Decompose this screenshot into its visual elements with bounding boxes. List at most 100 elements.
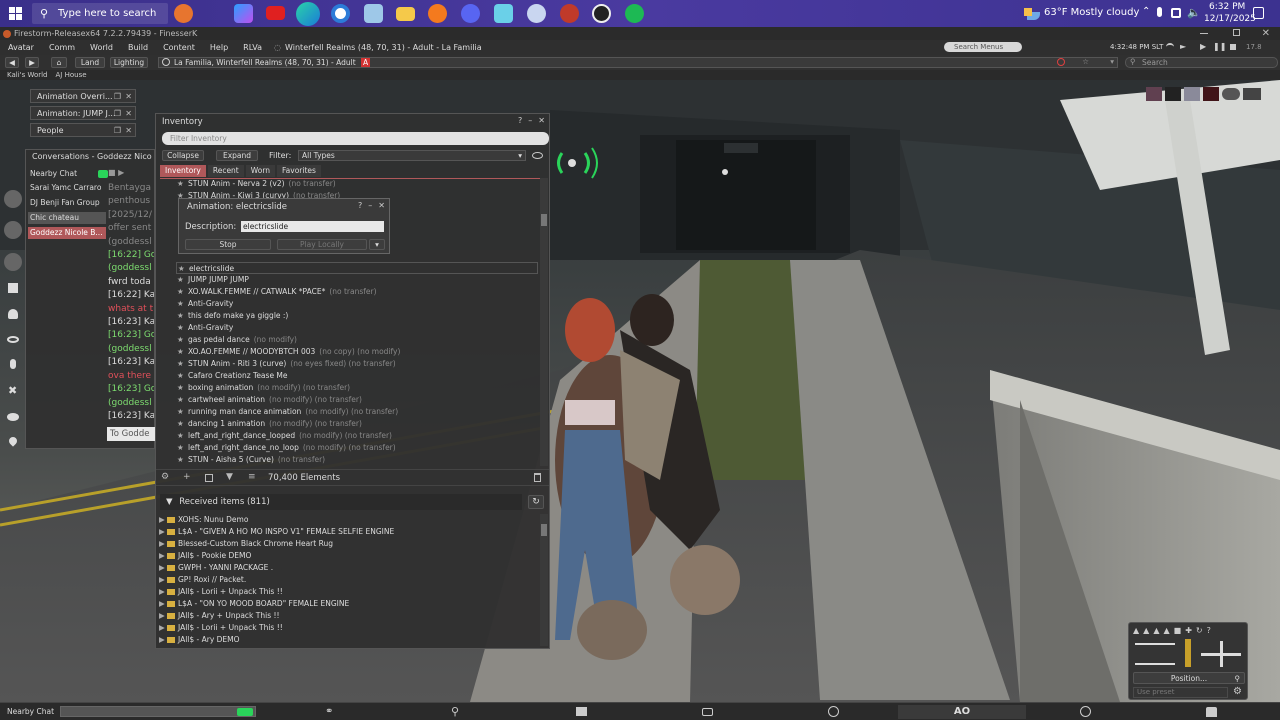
menu-rlva[interactable]: RLVa	[243, 43, 262, 52]
status-volume-icon[interactable]: ►	[1180, 42, 1186, 51]
menu-avatar[interactable]: Avatar	[8, 43, 34, 52]
refresh-icon[interactable]: ↻	[528, 495, 544, 509]
tray-chevron-icon[interactable]: ⌃	[1142, 6, 1150, 17]
hud-avatar-icon[interactable]	[1146, 87, 1162, 101]
expand-arrow-icon[interactable]: ▶	[159, 550, 165, 562]
camera-side-icon[interactable]: ▲	[1143, 626, 1149, 635]
conversation-tab[interactable]: DJ Benji Fan Group	[28, 197, 106, 209]
chat-input[interactable]: To Godde	[107, 427, 155, 441]
taskbar-app-paint-icon[interactable]	[527, 4, 546, 23]
nav-back-icon[interactable]: ◀	[5, 57, 19, 68]
received-folder[interactable]: ▶ JAll$ - Lorii + Unpack This !!	[158, 586, 538, 598]
taskbar-app-explorer-icon[interactable]	[364, 4, 383, 23]
hud-dark-icon[interactable]	[1165, 87, 1181, 101]
inventory-item[interactable]: ★ running man dance animation (no modify) …	[176, 406, 538, 418]
received-folder[interactable]: ▶ XOHS: Nunu Demo	[158, 514, 538, 526]
new-folder-icon[interactable]	[205, 474, 213, 482]
ao-toggle[interactable]: AO	[898, 705, 1026, 719]
toolbar-search-icon[interactable]	[4, 221, 22, 239]
menu-content[interactable]: Content	[163, 43, 195, 52]
inventory-item[interactable]: ★ boxing animation (no modify) (no transfe…	[176, 382, 538, 394]
windows-start-icon[interactable]	[9, 7, 22, 20]
conversation-tab-selected[interactable]: Goddezz Nicole B...	[28, 227, 106, 239]
menu-world[interactable]: World	[90, 43, 113, 52]
expand-arrow-icon[interactable]: ▶	[159, 562, 165, 574]
taskbar-app-youtube-icon[interactable]	[266, 6, 285, 20]
taskbar-app-viewer-icon[interactable]	[560, 4, 579, 23]
menu-build[interactable]: Build	[128, 43, 148, 52]
description-input[interactable]: electricslide	[241, 221, 384, 232]
gear-icon[interactable]: ⚙	[161, 472, 169, 482]
taskbar-app-games-icon[interactable]	[174, 4, 193, 23]
network-icon[interactable]	[1171, 8, 1181, 18]
clock-time[interactable]: 6:32 PM	[1209, 2, 1245, 12]
inventory-item[interactable]: ★ cartwheel animation (no modify) (no tran…	[176, 394, 538, 406]
camera-orbit-icon[interactable]	[1135, 643, 1175, 665]
bottom-search-icon[interactable]: ⚲	[451, 705, 459, 718]
play-options-dropdown[interactable]: ▾	[369, 239, 385, 250]
taskbar-app-discord-icon[interactable]	[461, 4, 480, 23]
close-icon[interactable]: ✕	[378, 201, 385, 210]
microphone-icon[interactable]	[1157, 7, 1162, 17]
location-bar-input[interactable]: La Familia, Winterfell Realms (48, 70, 3…	[158, 57, 1118, 68]
status-stop-icon[interactable]	[1230, 44, 1236, 50]
tab-favorites[interactable]: Favorites	[277, 165, 321, 177]
restore-icon[interactable]: ❐	[114, 124, 121, 136]
inventory-item[interactable]: ★ STUN - Aisha 5 (Curve) (no transfer)	[176, 454, 538, 466]
expand-arrow-icon[interactable]: ▶	[159, 514, 165, 526]
inventory-item[interactable]: ★ electricslide	[176, 262, 538, 274]
inventory-item[interactable]: ★ dancing 1 animation (no modify) (no tran…	[176, 418, 538, 430]
received-folder[interactable]: ▶ JAll$ - Ary + Unpack This !!	[158, 610, 538, 622]
restore-icon[interactable]	[1233, 29, 1240, 36]
settings-gear-icon[interactable]: ⚙	[1233, 686, 1242, 697]
taskbar-app-firefox-icon[interactable]	[428, 4, 447, 23]
weather-text[interactable]: 63°F Mostly cloudy	[1044, 7, 1139, 18]
minimize-icon[interactable]: –	[368, 201, 372, 210]
land-button[interactable]: Land	[75, 57, 105, 68]
bottom-snapshot-icon[interactable]	[702, 708, 713, 716]
received-folder[interactable]: ▶ Blessed-Custom Black Chrome Heart Rug	[158, 538, 538, 550]
tab-recent[interactable]: Recent	[207, 165, 244, 177]
inventory-item[interactable]: ★ Lucky "IT Girl" Pose 3 (no transfer)	[176, 466, 538, 468]
menu-comm[interactable]: Comm	[49, 43, 75, 52]
add-icon[interactable]: +	[183, 472, 191, 482]
stop-button[interactable]: Stop	[185, 239, 271, 250]
camera-pan-cross-icon[interactable]	[1201, 641, 1241, 667]
hud-red-icon[interactable]	[1203, 87, 1219, 101]
inventory-item[interactable]: ★ JUMP JUMP JUMP	[176, 274, 538, 286]
restore-icon[interactable]: ❐	[114, 107, 121, 119]
inventory-item[interactable]: ★ left_and_right_dance_no_loop (no modify)…	[176, 442, 538, 454]
tab-worn[interactable]: Worn	[245, 165, 276, 177]
toolbar-avatar-icon[interactable]	[4, 190, 22, 208]
inventory-item[interactable]: ★ left_and_right_dance_looped (no modify) …	[176, 430, 538, 442]
notification-icon[interactable]	[1253, 7, 1264, 19]
toolbar-chat-icon[interactable]	[7, 413, 19, 421]
taskbar-app-folder-icon[interactable]	[396, 7, 415, 21]
expand-arrow-icon[interactable]: ▶	[159, 598, 165, 610]
bottom-shirt-icon[interactable]	[1206, 707, 1217, 717]
filter-eye-icon[interactable]	[532, 152, 543, 159]
expand-arrow-icon[interactable]: ▶	[159, 574, 165, 586]
filter-inventory-input[interactable]: Filter Inventory	[162, 132, 549, 145]
search-menus-input[interactable]: Search Menus	[944, 42, 1022, 52]
camera-object-icon[interactable]: ▲	[1163, 626, 1169, 635]
expand-button[interactable]: Expand	[216, 150, 258, 161]
list-view-icon[interactable]: ≡	[248, 472, 256, 482]
status-play-icon[interactable]: ▶	[1200, 42, 1206, 51]
expand-arrow-icon[interactable]: ▶	[159, 622, 165, 634]
received-folder[interactable]: ▶ JAll$ - Ary DEMO	[158, 634, 538, 646]
info-icon[interactable]	[162, 58, 170, 66]
inventory-item[interactable]: ★ XO.AO.FEMME // MOODYBTCH 003 (no copy) (…	[176, 346, 538, 358]
inventory-item[interactable]: ★ STUN Anim - Nerva 2 (v2) (no transfer)	[176, 178, 538, 190]
nearby-chat-tab[interactable]: Nearby Chat	[28, 168, 108, 180]
camera-help-icon[interactable]: ?	[1207, 626, 1211, 635]
camera-position-button[interactable]: Position... ⚲	[1133, 672, 1245, 684]
bottom-map-icon[interactable]	[576, 707, 587, 716]
received-folder[interactable]: ▶ L$A - "GIVEN A HO MO INSPO V1" FEMALE S…	[158, 526, 538, 538]
volume-icon[interactable]: 🔈	[1187, 6, 1201, 19]
filter-funnel-icon[interactable]: ▼	[226, 472, 233, 482]
minimized-window-tab[interactable]: Animation Overri... ✕ ❐	[30, 89, 136, 103]
received-folder[interactable]: ▶ L$A - "ON YO MOOD BOARD" FEMALE ENGINE	[158, 598, 538, 610]
favorite-link[interactable]: AJ House	[56, 71, 87, 79]
nearby-chat-label[interactable]: Nearby Chat	[7, 707, 54, 716]
